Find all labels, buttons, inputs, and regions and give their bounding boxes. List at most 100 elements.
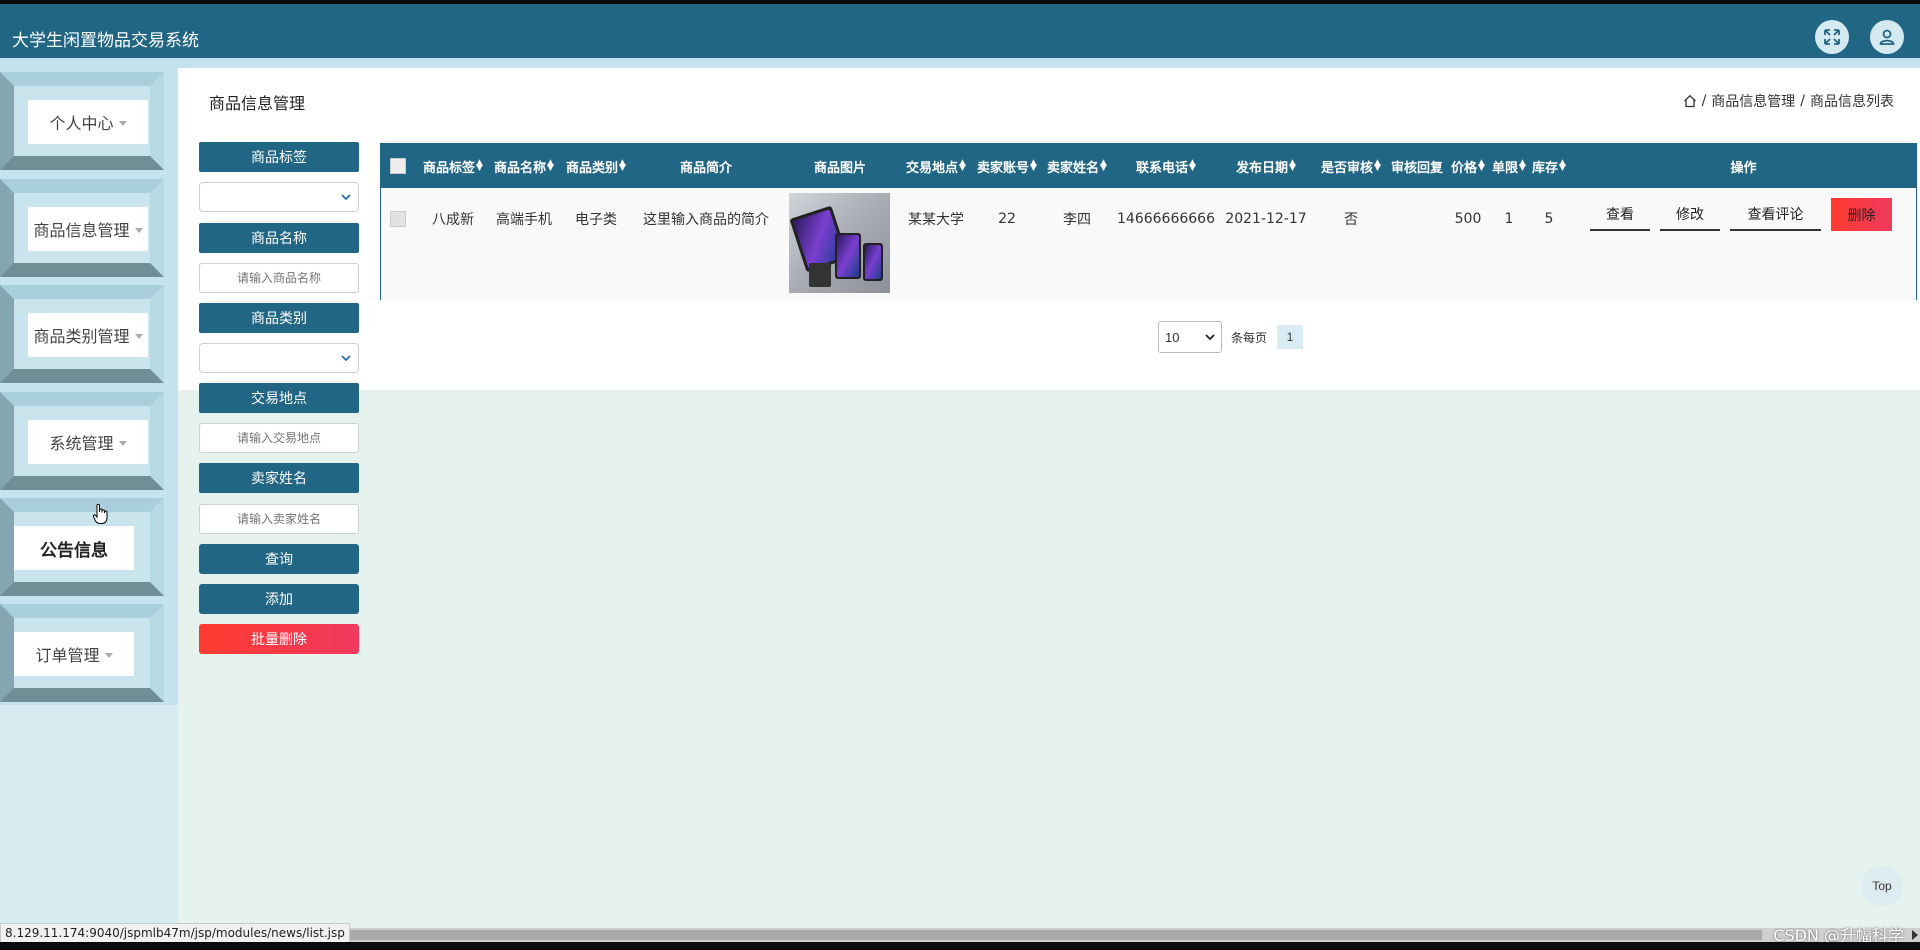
column-header-label: 审核回复	[1390, 160, 1443, 176]
column-header-label: 商品标签	[423, 160, 476, 176]
fullscreen-icon	[1824, 29, 1840, 45]
caret-down-icon	[118, 120, 127, 126]
sidebar-item-personal-center[interactable]: 个人中心	[0, 72, 178, 170]
breadcrumb-separator: /	[1800, 93, 1805, 109]
column-header-audited[interactable]: 是否审核 ▲ ▼	[1317, 144, 1385, 188]
column-header-category[interactable]: 商品类别 ▲ ▼	[561, 144, 631, 188]
column-header-tag[interactable]: 商品标签 ▲ ▼	[420, 144, 486, 188]
cell-location: 某某大学	[908, 212, 964, 228]
category-select[interactable]	[199, 343, 359, 373]
menu-label: 商品类别管理	[33, 327, 130, 346]
column-header-limit[interactable]: 单限 ▲ ▼	[1489, 144, 1529, 188]
name-input[interactable]	[199, 263, 359, 293]
add-button[interactable]: 添加	[199, 584, 359, 614]
column-header-label: 库存	[1532, 160, 1559, 176]
cell-stock: 5	[1544, 211, 1554, 227]
menu-label: 订单管理	[35, 646, 100, 665]
column-header-name[interactable]: 商品名称 ▲ ▼	[489, 144, 559, 188]
sidebar-item-system-management[interactable]: 系统管理	[0, 392, 178, 490]
cell-seller-account: 22	[998, 211, 1016, 227]
product-image[interactable]	[789, 193, 890, 293]
breadcrumb-separator: /	[1701, 93, 1707, 109]
seller-label: 卖家姓名	[199, 463, 359, 493]
column-header-image: 商品图片	[786, 144, 894, 188]
menu-button[interactable]: 系统管理	[28, 420, 148, 464]
column-header-label: 商品图片	[813, 160, 866, 176]
sidebar-item-order-management[interactable]: 订单管理	[0, 604, 178, 702]
cell-limit: 1	[1504, 211, 1514, 227]
home-icon[interactable]	[1683, 94, 1697, 108]
scroll-right-icon[interactable]	[1912, 930, 1918, 940]
name-label: 商品名称	[199, 223, 359, 253]
sort-icon: ▲ ▼	[1189, 158, 1196, 173]
cell-seller-name: 李四	[1063, 212, 1091, 228]
column-header-intro: 商品简介	[631, 144, 781, 188]
app-title: 大学生闲置物品交易系统	[12, 31, 199, 51]
edit-button[interactable]: 修改	[1660, 199, 1720, 231]
column-header-seller-account[interactable]: 卖家账号 ▲ ▼	[973, 144, 1041, 188]
location-input[interactable]	[199, 423, 359, 453]
batch-delete-button[interactable]: 批量删除	[199, 624, 359, 654]
view-comments-button[interactable]: 查看评论	[1730, 199, 1821, 231]
user-icon	[1879, 29, 1895, 45]
query-button[interactable]: 查询	[199, 544, 359, 574]
caret-down-icon	[118, 440, 127, 446]
view-button[interactable]: 查看	[1590, 199, 1650, 231]
sort-icon: ▲ ▼	[1478, 158, 1485, 173]
cell-name: 高端手机	[496, 212, 552, 228]
menu-button[interactable]: 个人中心	[28, 100, 148, 144]
menu-label: 公告信息	[40, 540, 108, 561]
chevron-down-icon	[341, 194, 351, 201]
breadcrumb-item-product-list: 商品信息列表	[1810, 94, 1894, 110]
status-url: 8.129.11.174:9040/jspmlb47m/jsp/modules/…	[0, 923, 350, 943]
page-size-value: 10	[1165, 329, 1180, 345]
bottom-edge	[0, 942, 1920, 950]
column-header-date[interactable]: 发布日期 ▲ ▼	[1219, 144, 1313, 188]
sidebar-item-category-management[interactable]: 商品类别管理	[0, 285, 178, 383]
fullscreen-button[interactable]	[1815, 20, 1849, 54]
cell-price: 500	[1454, 211, 1482, 227]
caret-down-icon	[134, 333, 143, 339]
page-size-select[interactable]: 10	[1158, 321, 1222, 353]
checkbox-box	[390, 211, 406, 227]
user-button[interactable]	[1870, 20, 1904, 54]
column-header-phone[interactable]: 联系电话 ▲ ▼	[1116, 144, 1216, 188]
category-label: 商品类别	[199, 303, 359, 333]
row-checkbox[interactable]	[389, 188, 407, 250]
back-to-top-button[interactable]: Top	[1861, 866, 1903, 906]
column-header-label: 商品类别	[566, 160, 619, 176]
column-header-label: 操作	[1730, 160, 1757, 176]
column-header-stock[interactable]: 库存 ▲ ▼	[1529, 144, 1569, 188]
breadcrumb-item-product-management[interactable]: 商品信息管理	[1711, 91, 1795, 111]
sort-icon: ▲ ▼	[476, 158, 483, 173]
top-bar: 大学生闲置物品交易系统	[0, 0, 1920, 58]
cell-phone: 14666666666	[1117, 211, 1215, 227]
sort-icon: ▲ ▼	[1559, 158, 1566, 173]
cell-intro: 这里输入商品的简介	[643, 212, 769, 228]
sidebar-item-announcements[interactable]: 公告信息	[0, 498, 178, 596]
sort-icon: ▲ ▼	[547, 158, 554, 173]
column-header-price[interactable]: 价格 ▲ ▼	[1448, 144, 1488, 188]
chevron-down-icon	[341, 355, 351, 362]
checkbox-box	[390, 158, 406, 174]
column-header-seller-name[interactable]: 卖家姓名 ▲ ▼	[1043, 144, 1111, 188]
menu-button[interactable]: 商品类别管理	[28, 313, 148, 357]
page-title: 商品信息管理	[209, 94, 306, 113]
caret-down-icon	[104, 652, 113, 658]
sort-icon: ▲ ▼	[1100, 158, 1107, 173]
seller-input[interactable]	[199, 504, 359, 534]
column-header-label: 单限	[1492, 160, 1519, 176]
column-header-location[interactable]: 交易地点 ▲ ▼	[901, 144, 971, 188]
delete-button[interactable]: 删除	[1831, 198, 1892, 231]
menu-button[interactable]: 公告信息	[14, 526, 134, 570]
select-all-checkbox[interactable]	[389, 144, 407, 188]
menu-button[interactable]: 订单管理	[14, 632, 134, 676]
sort-icon: ▲ ▼	[959, 158, 966, 173]
breadcrumb: / 商品信息管理 / 商品信息列表	[1683, 91, 1894, 111]
tag-select[interactable]	[199, 182, 359, 212]
sort-icon: ▲ ▼	[1519, 158, 1526, 173]
sidebar-item-product-management[interactable]: 商品信息管理	[0, 179, 178, 277]
menu-button[interactable]: 商品信息管理	[28, 207, 148, 251]
phones-image	[790, 206, 883, 287]
page-number[interactable]: 1	[1277, 325, 1303, 349]
